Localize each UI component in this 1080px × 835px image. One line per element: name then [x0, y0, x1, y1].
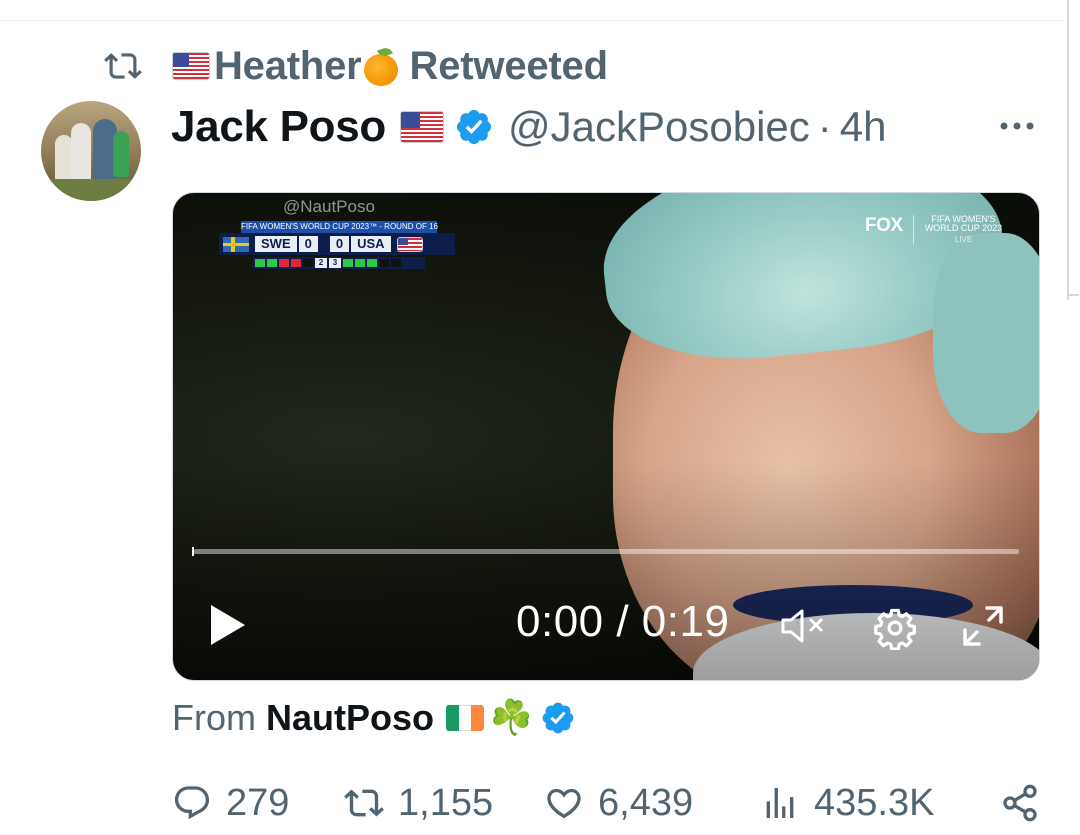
pens-home: 2: [315, 258, 327, 268]
shamrock-icon: ☘️: [490, 699, 533, 737]
retweet-count: 1,155: [398, 781, 494, 824]
author-name[interactable]: Jack Poso: [171, 102, 386, 152]
author-handle[interactable]: @JackPosobiec: [508, 103, 810, 151]
separator-dot: ·: [817, 103, 832, 150]
views-button[interactable]: 435.3K: [760, 778, 934, 828]
video-time: 0:00 / 0:19: [516, 597, 730, 646]
settings-gear-icon[interactable]: [873, 606, 917, 650]
like-count: 6,439: [598, 781, 694, 824]
retweet-button[interactable]: 1,155: [344, 778, 493, 828]
progress-knob[interactable]: [192, 547, 194, 556]
verified-badge-icon: [456, 109, 492, 145]
away-score: 0: [329, 236, 350, 252]
scorebug-header: FIFA WOMEN'S WORLD CUP 2023™ - ROUND OF …: [241, 221, 438, 233]
scorebug: FIFA WOMEN'S WORLD CUP 2023™ - ROUND OF …: [219, 221, 459, 275]
us-flag-icon: [172, 52, 210, 80]
broadcaster-logo: FOX: [865, 215, 903, 236]
tweet-actions: 279 1,155 6,439 435.3K: [172, 778, 1042, 828]
orange-emoji-icon: [363, 45, 400, 86]
timestamp[interactable]: 4h: [840, 103, 887, 151]
retweet-context: Heather Retweeted: [104, 44, 608, 88]
avatar[interactable]: [41, 101, 141, 201]
fullscreen-icon[interactable]: [961, 604, 1005, 648]
video-watermark: @NautPoso: [283, 197, 375, 216]
reply-count: 279: [226, 781, 290, 824]
home-team: SWE: [255, 236, 297, 252]
retweet-icon: [344, 789, 384, 817]
sweden-flag-icon: [223, 236, 249, 252]
home-score: 0: [298, 236, 318, 252]
pens-away: 3: [329, 258, 341, 268]
top-divider: [0, 20, 1066, 21]
retweeted-label: Retweeted: [409, 43, 608, 88]
view-count: 435.3K: [814, 781, 935, 824]
heart-icon: [547, 788, 581, 819]
play-icon[interactable]: [209, 603, 247, 647]
us-flag-icon: [399, 111, 444, 143]
video-source-attribution: From NautPoso ☘️: [172, 697, 576, 739]
reply-button[interactable]: 279: [172, 778, 289, 828]
share-button[interactable]: [1000, 778, 1054, 828]
retweeter-name[interactable]: Heather: [214, 44, 362, 89]
live-label: LIVE: [954, 235, 973, 244]
like-button[interactable]: 6,439: [544, 778, 693, 828]
event-logo: FIFA WOMEN'S WORLD CUP 2023 LIVE: [913, 215, 1007, 244]
source-account-name[interactable]: NautPoso: [266, 697, 434, 739]
penalty-tracker: 2 3: [253, 257, 425, 269]
reply-icon: [174, 786, 210, 820]
tweet-header: Jack Poso @JackPosobiec · 4h: [171, 102, 886, 152]
us-flag-icon: [396, 236, 423, 252]
scrollbar[interactable]: [1067, 0, 1079, 300]
share-icon: [1003, 784, 1037, 822]
retweet-icon: [104, 53, 142, 79]
away-team: USA: [351, 236, 391, 252]
views-chart-icon: [766, 788, 794, 818]
ireland-flag-icon: [446, 705, 485, 731]
more-horizontal-icon[interactable]: [997, 112, 1037, 140]
video-progress-bar[interactable]: [192, 547, 1019, 556]
verified-badge-icon: [542, 702, 574, 734]
video-player[interactable]: @NautPoso FIFA WOMEN'S WORLD CUP 2023™ -…: [172, 192, 1040, 681]
from-label: From: [172, 697, 256, 738]
mute-icon[interactable]: [780, 606, 832, 646]
